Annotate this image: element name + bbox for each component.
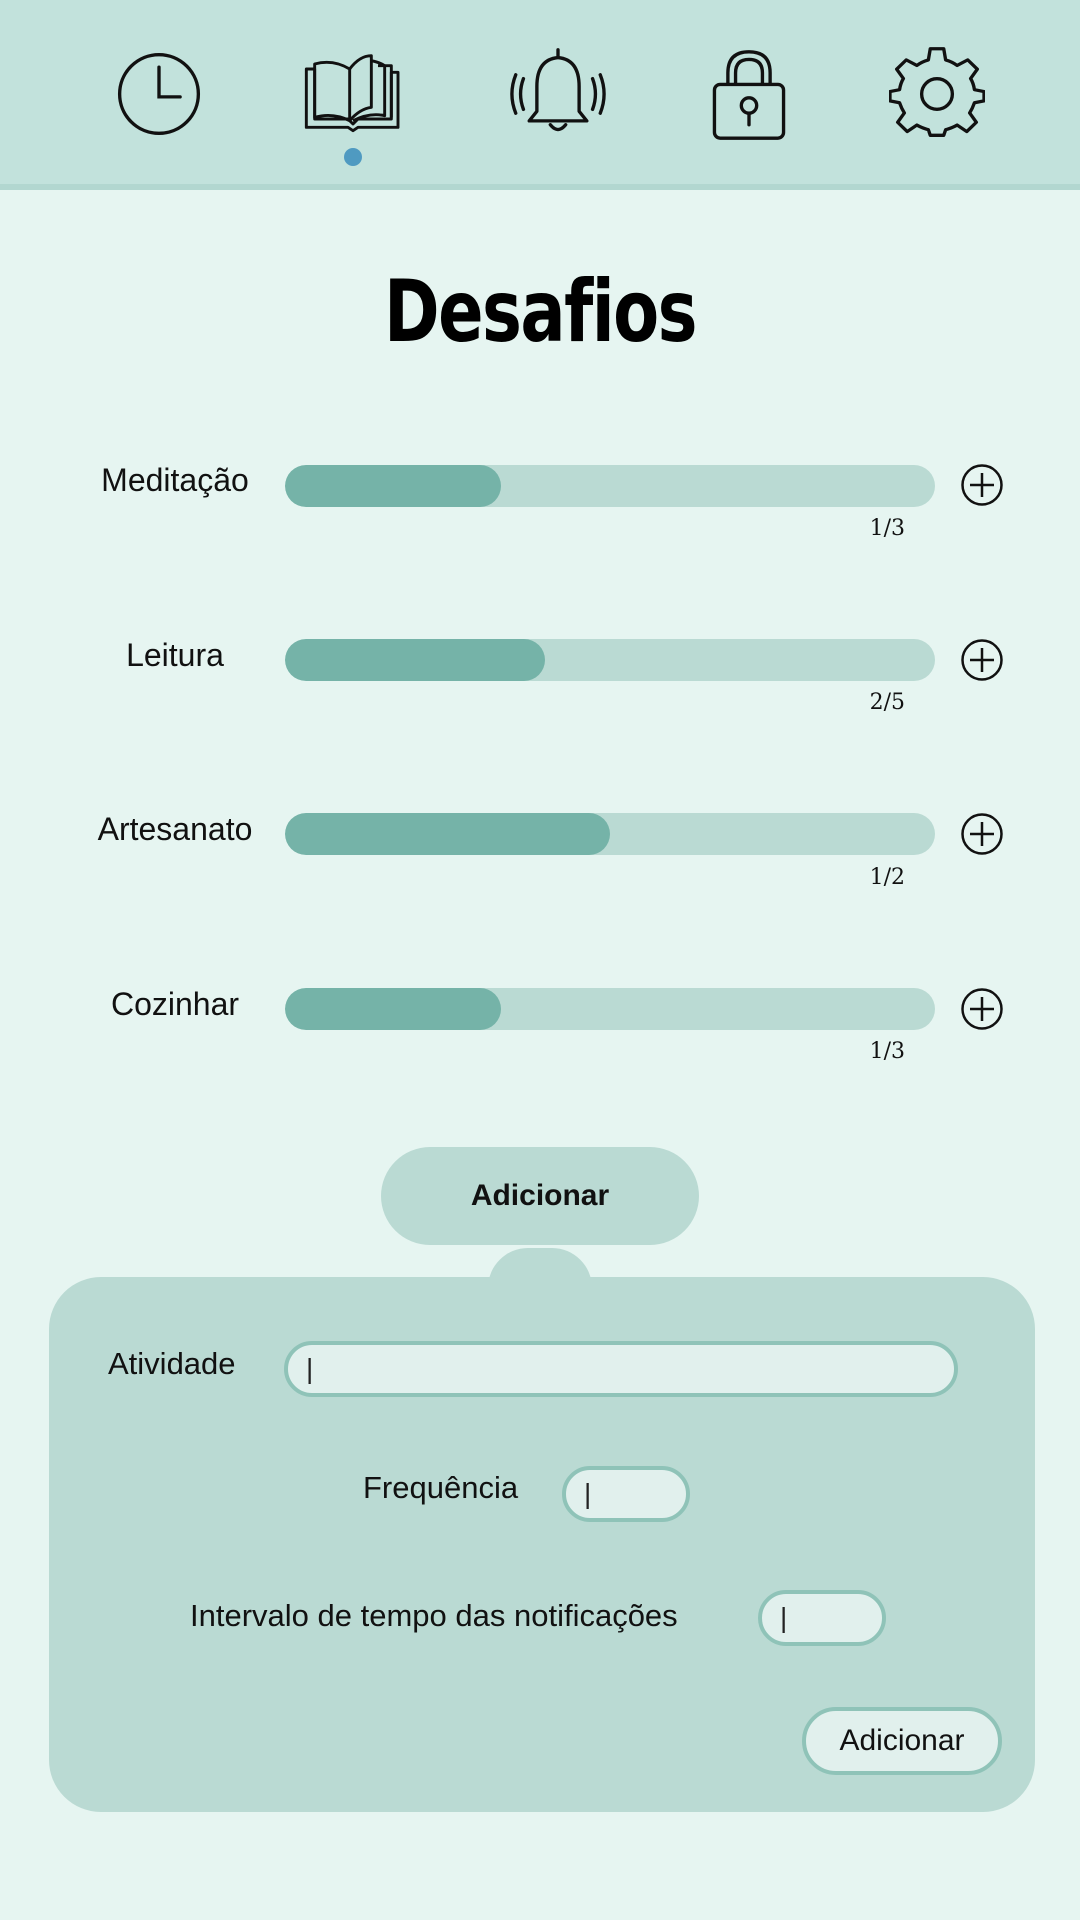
progress-track [285, 813, 935, 855]
increment-button[interactable] [960, 812, 1004, 856]
nav-notifications[interactable] [508, 44, 608, 144]
increment-button[interactable] [960, 987, 1004, 1031]
bell-icon [510, 48, 606, 132]
plus-circle-icon [961, 464, 1003, 506]
submit-add-button[interactable]: Adicionar [802, 1707, 1002, 1775]
increment-button[interactable] [960, 638, 1004, 682]
challenge-label: Meditação [101, 462, 249, 498]
progress-track [285, 639, 935, 681]
plus-circle-icon [961, 988, 1003, 1030]
progress-count: 1/2 [869, 865, 905, 890]
progress-count: 2/5 [869, 690, 905, 715]
progress-count: 1/3 [869, 1039, 905, 1064]
plus-circle-icon [961, 813, 1003, 855]
challenge-label: Artesanato [97, 811, 253, 847]
gear-icon [889, 47, 985, 137]
clock-icon [117, 52, 201, 136]
active-indicator-dot [344, 148, 362, 166]
progress-fill [285, 813, 610, 855]
progress-fill [285, 639, 545, 681]
frequency-label: Frequência [363, 1470, 519, 1505]
nav-challenges[interactable] [303, 44, 403, 144]
activity-input[interactable] [284, 1341, 958, 1397]
progress-fill [285, 465, 502, 507]
page-title: Desafios [383, 262, 698, 362]
frequency-input[interactable] [562, 1466, 690, 1522]
progress-track [285, 988, 935, 1030]
top-nav-bar [0, 0, 1080, 190]
plus-circle-icon [961, 639, 1003, 681]
activity-label: Atividade [108, 1346, 236, 1381]
challenge-label: Leitura [126, 637, 224, 673]
increment-button[interactable] [960, 463, 1004, 507]
progress-track [285, 465, 935, 507]
challenge-label: Cozinhar [110, 986, 240, 1022]
notification-interval-input[interactable] [758, 1590, 886, 1646]
notification-interval-label: Intervalo de tempo das notificações [190, 1598, 678, 1633]
nav-settings[interactable] [887, 44, 987, 144]
nav-history[interactable] [109, 44, 209, 144]
book-icon [304, 54, 400, 133]
progress-fill [285, 988, 502, 1030]
add-challenge-toggle-button[interactable]: Adicionar [381, 1147, 699, 1245]
nav-privacy[interactable] [699, 44, 799, 144]
progress-count: 1/3 [869, 516, 905, 541]
lock-icon [712, 50, 786, 140]
